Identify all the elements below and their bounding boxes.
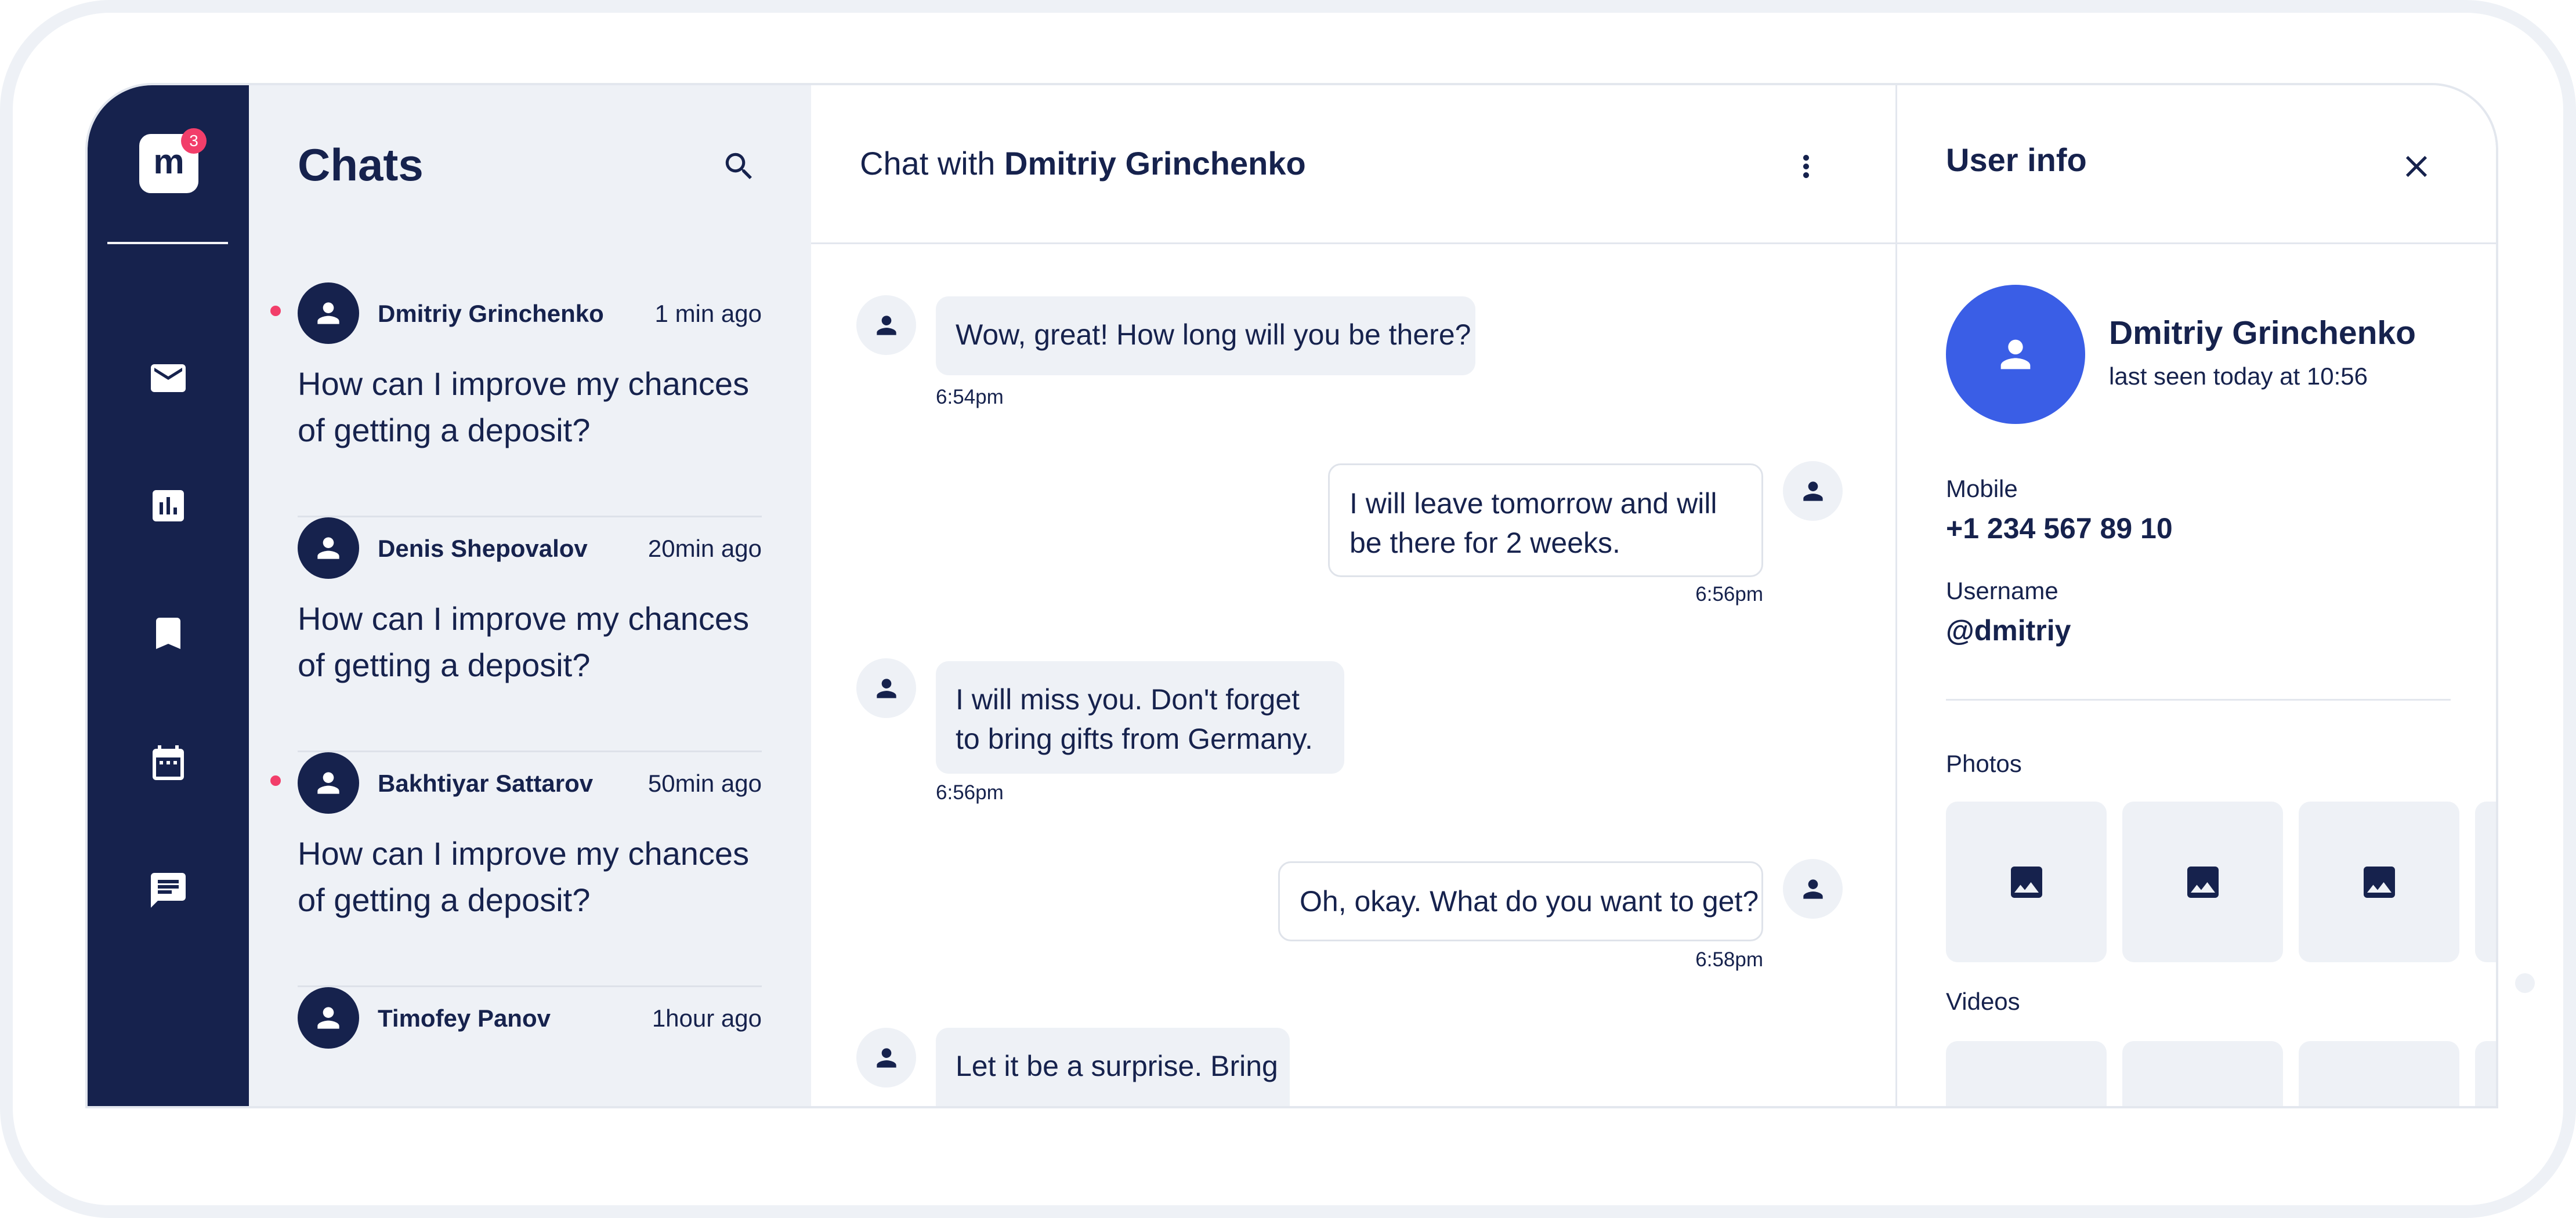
message-bubble: Let it be a surprise. Bring — [936, 1028, 1290, 1106]
photo-thumbnail[interactable] — [2122, 802, 2283, 962]
videos-label: Videos — [1946, 988, 2020, 1015]
chat-contact-name: Denis Shepovalov — [378, 535, 588, 562]
chat-preview: How can I improve my chances of getting … — [298, 835, 750, 918]
logo-letter: m — [153, 142, 184, 181]
message-bubble: I will leave tomorrow and will be there … — [1328, 463, 1763, 577]
mobile-value: +1 234 567 89 10 — [1946, 512, 2173, 545]
message-bubble: Wow, great! How long will you be there? — [936, 296, 1475, 375]
profile-last-seen: last seen today at 10:56 — [2109, 362, 2368, 390]
conversation-title-prefix: Chat with — [860, 145, 996, 182]
avatar — [298, 752, 359, 814]
divider — [1946, 699, 2451, 701]
chat-icon[interactable] — [145, 867, 191, 913]
mobile-label: Mobile — [1946, 475, 2018, 502]
sender-avatar — [1783, 461, 1843, 521]
chat-contact-name: Bakhtiyar Sattarov — [378, 770, 594, 797]
unread-indicator — [270, 306, 281, 316]
chat-contact-name: Timofey Panov — [378, 1005, 551, 1032]
message-bubble: I will miss you. Don't forget to bring g… — [936, 661, 1344, 774]
messenger-app: m 3 Chats Dmitriy Grinchenko 1 min ago H… — [85, 83, 2498, 1108]
chat-timestamp: 50min ago — [647, 770, 762, 797]
bookmark-icon[interactable] — [145, 610, 191, 657]
chat-preview: How can I improve my chances of getting … — [298, 600, 750, 683]
chat-contact-name: Dmitriy Grinchenko — [378, 300, 604, 327]
chat-timestamp: 20min ago — [647, 535, 762, 562]
search-icon[interactable] — [718, 146, 760, 187]
avatar — [298, 282, 359, 344]
sender-avatar — [856, 658, 916, 718]
message-time: 6:56pm — [936, 781, 1004, 804]
video-thumbnail[interactable] — [1946, 1041, 2107, 1106]
profile-avatar — [1946, 285, 2085, 424]
rail-divider — [107, 242, 228, 244]
photo-thumbnail[interactable] — [2299, 802, 2459, 962]
calendar-icon[interactable] — [145, 740, 191, 786]
message-bubble: Oh, okay. What do you want to get? — [1278, 861, 1763, 941]
avatar — [298, 987, 359, 1049]
user-info-panel: User info Dmitriy Grinchenko last seen t… — [1897, 85, 2496, 1106]
photo-thumbnail[interactable] — [1946, 802, 2107, 962]
username-value: @dmitriy — [1946, 614, 2071, 647]
mail-icon[interactable] — [145, 355, 191, 401]
unread-indicator — [270, 775, 281, 786]
video-thumbnail[interactable] — [2299, 1041, 2459, 1106]
notification-badge: 3 — [181, 128, 207, 154]
conversation-contact-name: Dmitriy Grinchenko — [1004, 145, 1306, 182]
chat-list-item[interactable]: Timofey Panov 1hour ago — [298, 987, 762, 1106]
device-camera-dot — [2515, 973, 2535, 993]
message-time: 6:56pm — [1695, 583, 1763, 606]
chat-list-title: Chats — [298, 139, 424, 190]
chat-timestamp: 1 min ago — [654, 300, 762, 327]
chat-list-item[interactable]: Bakhtiyar Sattarov 50min ago How can I i… — [270, 752, 762, 987]
conversation-title: Chat with Dmitriy Grinchenko — [860, 144, 1306, 182]
photos-label: Photos — [1946, 750, 2022, 777]
chart-icon[interactable] — [145, 483, 191, 529]
chat-list-panel: Chats Dmitriy Grinchenko 1 min ago How c… — [249, 85, 811, 1106]
chat-preview: How can I improve my chances of getting … — [298, 365, 750, 448]
message-time: 6:58pm — [1695, 948, 1763, 971]
chat-list-item[interactable]: Denis Shepovalov 20min ago How can I imp… — [298, 517, 762, 752]
chat-list-item[interactable]: Dmitriy Grinchenko 1 min ago How can I i… — [270, 282, 762, 517]
more-options-icon[interactable] — [1783, 143, 1829, 190]
sender-avatar — [856, 295, 916, 355]
profile-name: Dmitriy Grinchenko — [2109, 314, 2416, 351]
nav-rail: m 3 — [88, 85, 249, 1106]
app-logo[interactable]: m 3 — [139, 128, 207, 193]
user-info-title: User info — [1946, 142, 2087, 178]
conversation-panel: Chat with Dmitriy Grinchenko Wow, great!… — [811, 85, 1897, 1106]
photo-thumbnail[interactable] — [2475, 802, 2496, 962]
conversation-header: Chat with Dmitriy Grinchenko — [811, 85, 1895, 244]
close-icon[interactable] — [2393, 143, 2440, 190]
video-thumbnail[interactable] — [2122, 1041, 2283, 1106]
username-label: Username — [1946, 577, 2058, 604]
sender-avatar — [856, 1028, 916, 1088]
user-info-header: User info — [1897, 85, 2496, 244]
sender-avatar — [1783, 859, 1843, 919]
message-time: 6:54pm — [936, 386, 1004, 408]
video-thumbnail[interactable] — [2475, 1041, 2496, 1106]
chat-timestamp: 1hour ago — [652, 1005, 762, 1032]
avatar — [298, 517, 359, 579]
